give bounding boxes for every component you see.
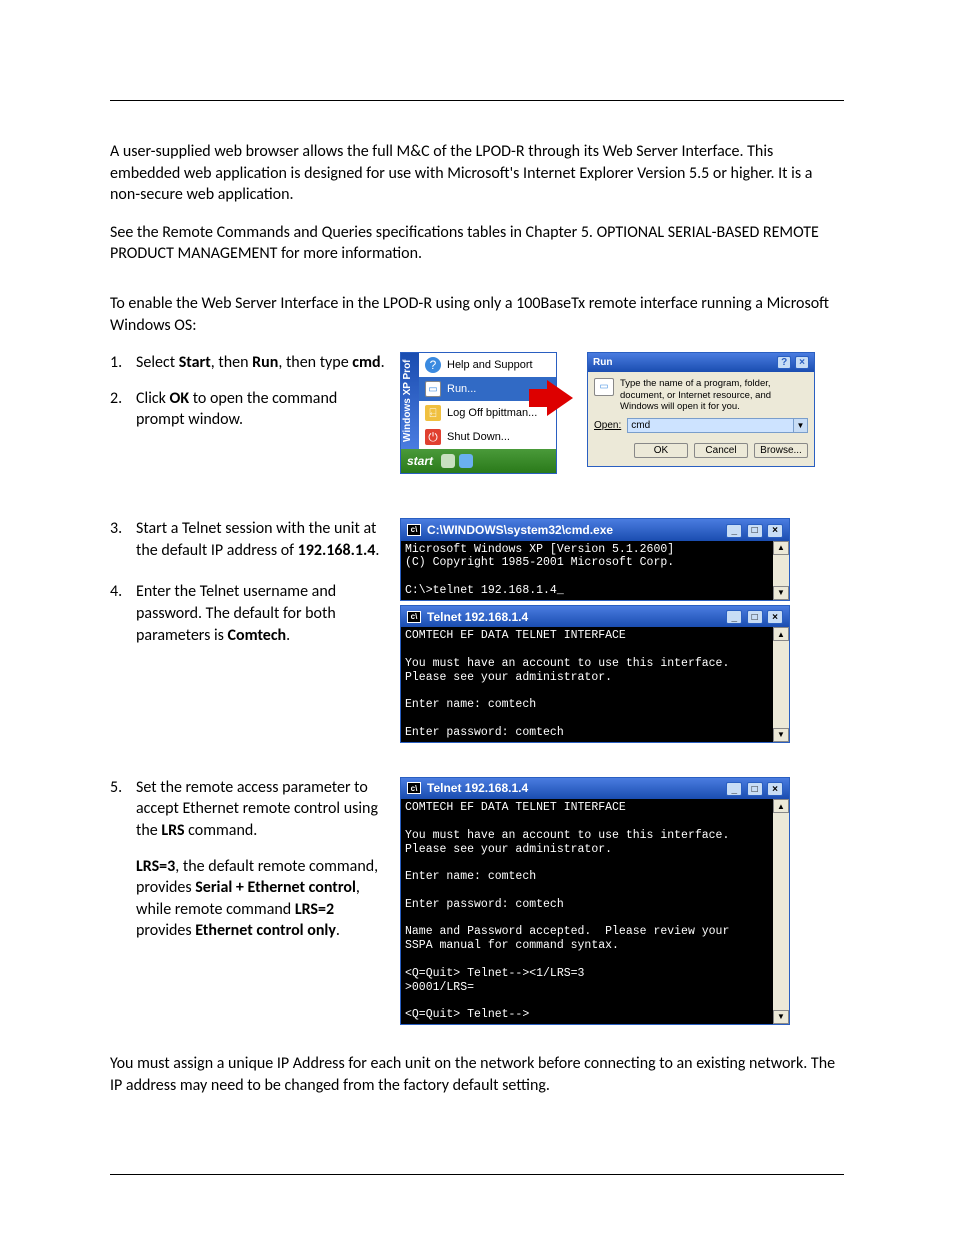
start-menu-side-label: Windows XP Prof bbox=[401, 353, 419, 449]
run-dialog-desc: Type the name of a program, folder, docu… bbox=[620, 378, 808, 412]
step-2: 2.Click OK to open the command prompt wi… bbox=[110, 388, 390, 431]
close-icon[interactable]: × bbox=[767, 524, 783, 538]
scroll-up-icon[interactable]: ▲ bbox=[773, 541, 789, 555]
cmd-window-title: Telnet 192.168.1.4 bbox=[427, 610, 528, 624]
cmd-window-title: Telnet 192.168.1.4 bbox=[427, 781, 528, 795]
cmd-window-2: c\ Telnet 192.168.1.4 _ □ × COMTECH EF DA… bbox=[400, 605, 790, 743]
step-5-cont: LRS=3, the default remote command, provi… bbox=[110, 856, 390, 942]
cmd-window-title: C:\WINDOWS\system32\cmd.exe bbox=[427, 523, 613, 537]
open-label: Open: bbox=[594, 420, 621, 431]
scroll-down-icon[interactable]: ▼ bbox=[773, 728, 789, 742]
close-icon[interactable]: × bbox=[795, 356, 809, 369]
para-2: See the Remote Commands and Queries spec… bbox=[110, 222, 844, 265]
run-icon: ▭ bbox=[425, 381, 441, 397]
logoff-icon: ⍇ bbox=[425, 405, 441, 421]
scrollbar[interactable]: ▲ ▼ bbox=[773, 541, 789, 600]
minimize-icon[interactable]: _ bbox=[726, 524, 742, 538]
shutdown-icon: ⏻ bbox=[425, 429, 441, 445]
cmd-window-3: c\ Telnet 192.168.1.4 _ □ × COMTECH EF DA… bbox=[400, 777, 790, 1025]
run-dialog-icon: ▭ bbox=[594, 378, 614, 396]
bottom-rule bbox=[110, 1174, 844, 1175]
cmd-output: COMTECH EF DATA TELNET INTERFACE You mus… bbox=[401, 627, 773, 741]
menu-item-shutdown[interactable]: ⏻ Shut Down... bbox=[419, 425, 556, 449]
run-dialog: Run ? × ▭ Type the name of a program, fo… bbox=[587, 352, 815, 467]
maximize-icon[interactable]: □ bbox=[747, 782, 763, 796]
step-5: 5.Set the remote access parameter to acc… bbox=[110, 777, 390, 842]
para-4: You must assign a unique IP Address for … bbox=[110, 1053, 844, 1096]
dropdown-icon[interactable]: ▼ bbox=[793, 419, 807, 432]
start-button[interactable]: start bbox=[407, 454, 433, 468]
menu-item-label: Log Off bpittman... bbox=[447, 407, 537, 419]
close-icon[interactable]: × bbox=[767, 610, 783, 624]
close-icon[interactable]: × bbox=[767, 782, 783, 796]
cmd-window-1: c\ C:\WINDOWS\system32\cmd.exe _ □ × Micr… bbox=[400, 518, 790, 601]
row-1: 1.Select Start, then Run, then type cmd.… bbox=[110, 352, 844, 474]
browse-button[interactable]: Browse... bbox=[754, 443, 808, 458]
minimize-icon[interactable]: _ bbox=[726, 782, 742, 796]
cancel-button[interactable]: Cancel bbox=[694, 443, 748, 458]
start-menu: Windows XP Prof ? Help and Support ▭ Run… bbox=[400, 352, 557, 474]
row-2: 3.Start a Telnet session with the unit a… bbox=[110, 518, 844, 747]
help-icon: ? bbox=[425, 357, 441, 373]
scroll-up-icon[interactable]: ▲ bbox=[773, 799, 789, 813]
scrollbar[interactable]: ▲ ▼ bbox=[773, 799, 789, 1024]
cmd-icon: c\ bbox=[407, 782, 421, 794]
top-rule bbox=[110, 100, 844, 101]
step-1: 1.Select Start, then Run, then type cmd. bbox=[110, 352, 390, 374]
open-input[interactable] bbox=[628, 419, 793, 432]
taskbar: start bbox=[401, 449, 556, 473]
scroll-up-icon[interactable]: ▲ bbox=[773, 627, 789, 641]
menu-item-help[interactable]: ? Help and Support bbox=[419, 353, 556, 377]
ok-button[interactable]: OK bbox=[634, 443, 688, 458]
help-button-icon[interactable]: ? bbox=[777, 356, 791, 369]
menu-item-label: Shut Down... bbox=[447, 431, 510, 443]
cmd-icon: c\ bbox=[407, 524, 421, 536]
menu-item-label: Help and Support bbox=[447, 359, 533, 371]
cmd-output: COMTECH EF DATA TELNET INTERFACE You mus… bbox=[401, 799, 773, 1024]
scroll-down-icon[interactable]: ▼ bbox=[773, 586, 789, 600]
scroll-down-icon[interactable]: ▼ bbox=[773, 1010, 789, 1024]
red-arrow-icon bbox=[547, 380, 573, 416]
cmd-icon: c\ bbox=[407, 611, 421, 623]
step-4: 4.Enter the Telnet username and password… bbox=[110, 581, 390, 646]
row-3: 5.Set the remote access parameter to acc… bbox=[110, 777, 844, 1029]
maximize-icon[interactable]: □ bbox=[747, 524, 763, 538]
step-3: 3.Start a Telnet session with the unit a… bbox=[110, 518, 390, 561]
cmd-output: Microsoft Windows XP [Version 5.1.2600] … bbox=[401, 541, 773, 600]
minimize-icon[interactable]: _ bbox=[726, 610, 742, 624]
menu-item-label: Run... bbox=[447, 383, 476, 395]
para-1: A user-supplied web browser allows the f… bbox=[110, 141, 844, 206]
para-3: To enable the Web Server Interface in th… bbox=[110, 293, 844, 336]
scrollbar[interactable]: ▲ ▼ bbox=[773, 627, 789, 741]
maximize-icon[interactable]: □ bbox=[747, 610, 763, 624]
taskbar-icon[interactable] bbox=[441, 454, 455, 468]
run-dialog-title: Run bbox=[593, 357, 612, 368]
taskbar-icon[interactable] bbox=[459, 454, 473, 468]
